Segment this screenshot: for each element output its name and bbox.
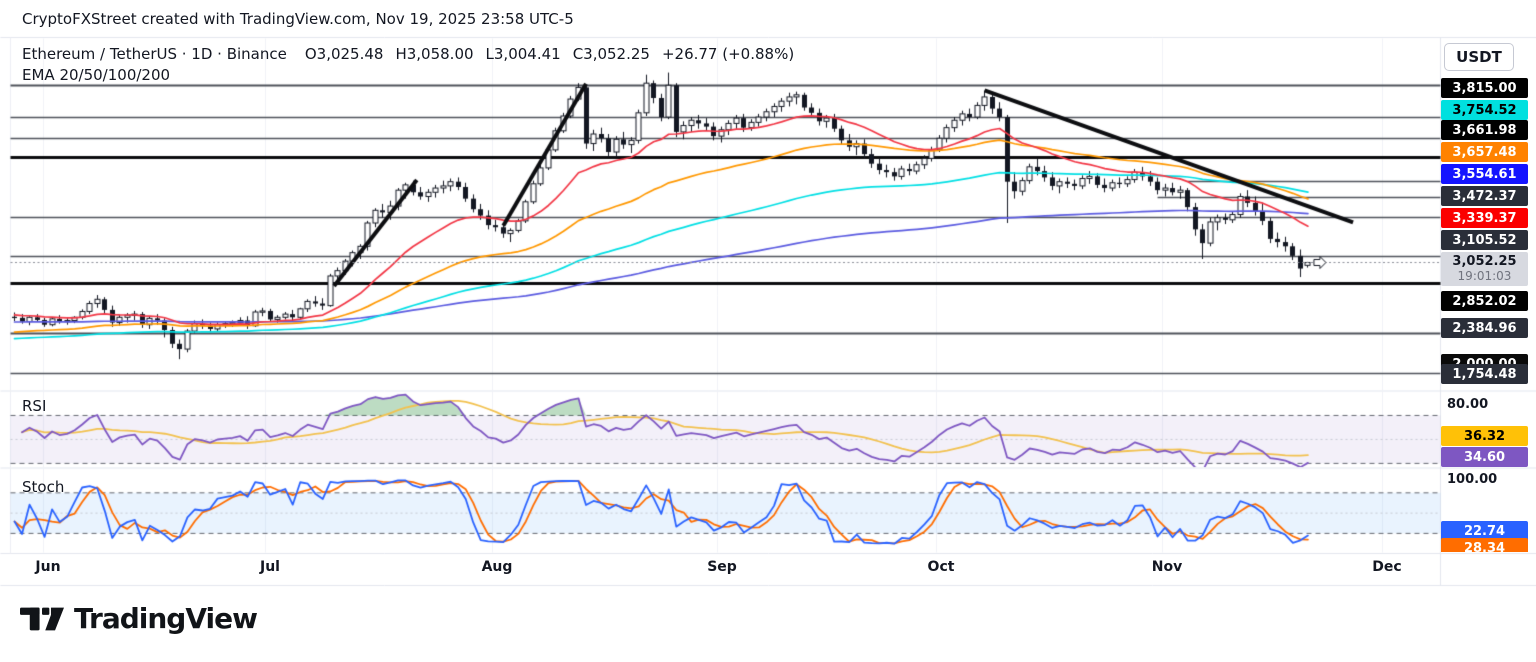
price-axis-label: 2,384.96: [1441, 318, 1528, 338]
indicator-title: EMA 20/50/100/200: [22, 66, 170, 84]
ohlc-open: O3,025.48: [305, 45, 384, 63]
rsi-axis-label: 36.32: [1441, 426, 1528, 446]
time-axis-label: Jul: [248, 559, 292, 575]
ohlc-low: L3,004.41: [486, 45, 561, 63]
rsi-pane-label: RSI: [22, 397, 46, 415]
price-axis-label: 3,815.00: [1441, 78, 1528, 98]
price-axis-label: 3,339.37: [1441, 208, 1528, 228]
stoch-axis-label: 100.00: [1447, 472, 1497, 487]
attribution-text: CryptoFXStreet created with TradingView.…: [22, 10, 574, 28]
time-axis-label: Aug: [475, 559, 519, 575]
ohlc-high: H3,058.00: [395, 45, 473, 63]
price-axis-label: 1,754.48: [1441, 364, 1528, 384]
price-chart-canvas[interactable]: [0, 0, 1536, 662]
stoch-pane-label: Stoch: [22, 478, 64, 496]
currency-toggle-button[interactable]: USDT: [1444, 43, 1514, 71]
price-axis-label: 3,754.52: [1441, 100, 1528, 120]
time-axis-label: Dec: [1365, 559, 1409, 575]
tradingview-chart-export: CryptoFXStreet created with TradingView.…: [0, 0, 1536, 662]
tradingview-logo-icon: [20, 604, 64, 634]
price-axis-label: 3,661.98: [1441, 120, 1528, 140]
time-axis-label: Oct: [919, 559, 963, 575]
tradingview-logo-text: TradingView: [74, 602, 257, 635]
time-axis-label: Sep: [700, 559, 744, 575]
tradingview-logo[interactable]: TradingView: [20, 602, 257, 635]
symbol-title-row: Ethereum / TetherUS · 1D · Binance O3,025…: [22, 45, 794, 63]
symbol-title: Ethereum / TetherUS · 1D · Binance: [22, 45, 287, 63]
rsi-axis-label: 34.60: [1441, 447, 1528, 467]
price-axis-label: 3,657.48: [1441, 142, 1528, 162]
time-axis-label: Jun: [26, 559, 70, 575]
rsi-axis-label: 80.00: [1447, 397, 1488, 412]
ohlc-close: C3,052.25: [573, 45, 650, 63]
price-axis-label: 3,554.61: [1441, 164, 1528, 184]
price-axis-label: 3,472.37: [1441, 186, 1528, 206]
price-axis-label: 2,852.02: [1441, 291, 1528, 311]
time-axis-label: Nov: [1145, 559, 1189, 575]
price-axis-label: 3,052.2519:01:03: [1441, 252, 1528, 286]
price-axis-label: 3,105.52: [1441, 230, 1528, 250]
ohlc-change: +26.77 (+0.88%): [662, 45, 794, 63]
